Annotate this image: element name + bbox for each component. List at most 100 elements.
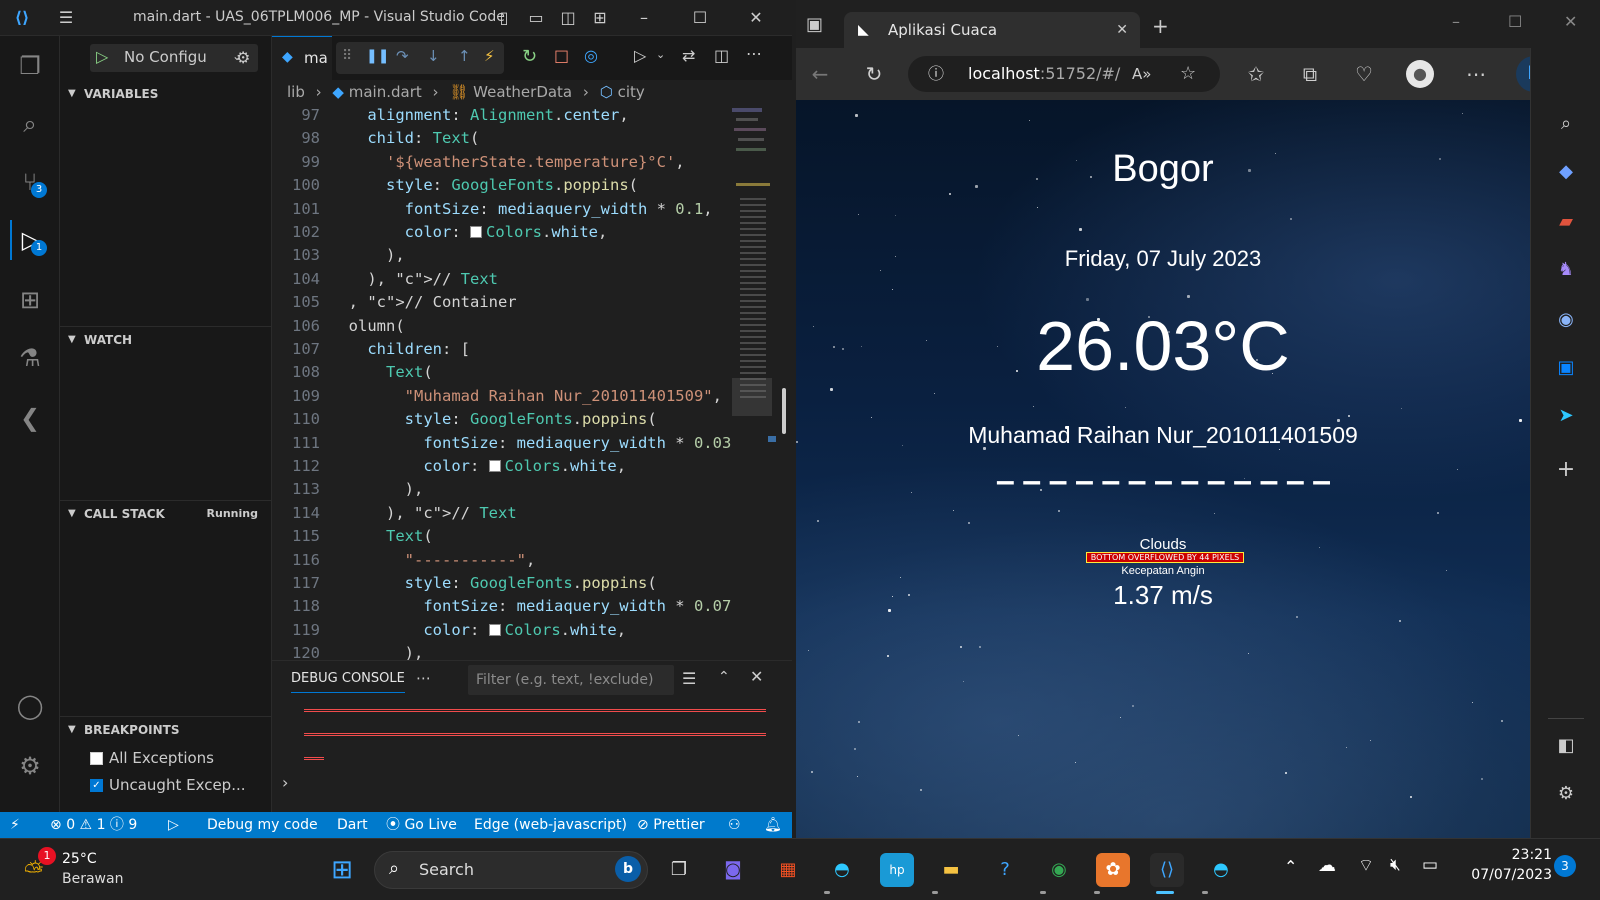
tools-briefcase-icon[interactable]: ▰ xyxy=(1554,210,1578,234)
notifications-bell-icon[interactable]: 🔔︎ xyxy=(764,812,782,838)
clock-time[interactable]: 23:21 xyxy=(1462,847,1552,863)
collections-icon[interactable]: ⧉ xyxy=(1298,62,1322,86)
info-icon[interactable]: ⓘ xyxy=(928,56,944,92)
code-line[interactable]: 116 "-----------", xyxy=(272,549,742,572)
code-line[interactable]: 117 style: GoogleFonts.poppins( xyxy=(272,572,742,595)
go-live-status[interactable]: ⦿ Go Live xyxy=(386,812,457,838)
refresh-icon[interactable]: ↻ xyxy=(862,62,886,86)
step-over-icon[interactable]: ↷ xyxy=(396,47,409,65)
task-view-icon[interactable]: ❐ xyxy=(662,853,696,887)
filter-input[interactable]: Filter (e.g. text, !exclude) xyxy=(468,665,674,695)
testing-icon[interactable]: ⚗ xyxy=(10,338,50,378)
favorite-star-icon[interactable]: ☆ xyxy=(1180,56,1196,92)
more-actions-icon[interactable]: ⋯ xyxy=(746,44,762,63)
flutter-icon[interactable]: ❮ xyxy=(10,398,50,438)
code-line[interactable]: 102 color: Colors.white, xyxy=(272,221,742,244)
breakpoints-section[interactable]: ▼ BREAKPOINTS xyxy=(60,718,272,742)
code-line[interactable]: 105 , "c">// Container xyxy=(272,291,742,314)
debug-settings-gear-icon[interactable]: ⚙ xyxy=(236,48,250,67)
variables-section[interactable]: ▼ VARIABLES xyxy=(60,82,272,106)
remote-icon[interactable]: ⚡ xyxy=(10,812,20,838)
new-tab-icon[interactable]: + xyxy=(1152,14,1169,38)
hot-reload-icon[interactable]: ⚡ xyxy=(484,47,495,65)
maximize-icon[interactable]: ☐ xyxy=(690,8,710,28)
code-line[interactable]: 106 olumn( xyxy=(272,315,742,338)
code-line[interactable]: 112 color: Colors.white, xyxy=(272,455,742,478)
hide-sidebar-icon[interactable]: ◧ xyxy=(1554,734,1578,758)
code-line[interactable]: 100 style: GoogleFonts.poppins( xyxy=(272,174,742,197)
shopping-tag-icon[interactable]: ◆ xyxy=(1554,160,1578,184)
toggle-secondary-sidebar-icon[interactable]: ◫ xyxy=(558,8,578,28)
code-line[interactable]: 99 '${weatherState.temperature}°C', xyxy=(272,151,742,174)
chevron-down-icon[interactable]: ⌄ xyxy=(656,48,665,61)
minimize-icon[interactable]: – xyxy=(1452,12,1460,31)
debug-mode-status[interactable]: Debug my code xyxy=(207,812,318,838)
code-line[interactable]: 118 fontSize: mediaquery_width * 0.07 xyxy=(272,595,742,618)
breadcrumb-item[interactable]: lib xyxy=(287,83,305,101)
microsoft-store-icon[interactable]: ▦ xyxy=(771,853,805,887)
favorites-icon[interactable]: ✩ xyxy=(1244,62,1268,86)
sidebar-settings-icon[interactable]: ⚙ xyxy=(1554,782,1578,806)
maximize-icon[interactable]: ☐ xyxy=(1508,12,1522,31)
checkbox[interactable] xyxy=(90,752,103,765)
file-explorer-icon[interactable]: ▬ xyxy=(934,853,968,887)
drop-send-icon[interactable]: ➤ xyxy=(1554,404,1578,428)
close-icon[interactable]: ✕ xyxy=(746,8,766,28)
problems-status[interactable]: ⊗ 0 ⚠ 1 ⓘ 9 xyxy=(50,812,137,838)
breadcrumb-item[interactable]: WeatherData xyxy=(473,83,572,101)
close-icon[interactable]: ✕ xyxy=(1564,12,1577,31)
breakpoint-all-exceptions[interactable]: All Exceptions xyxy=(90,746,214,770)
code-line[interactable]: 101 fontSize: mediaquery_width * 0.1, xyxy=(272,198,742,221)
stop-icon[interactable]: □ xyxy=(554,46,569,65)
windows-start-icon[interactable]: ⊞ xyxy=(325,853,359,887)
weather-widget[interactable]: ⛅︎ 1 25°C Berawan xyxy=(20,847,130,893)
address-bar[interactable]: ⓘ localhost:51752/#/ A» ☆ xyxy=(908,56,1220,92)
tab-aplikasi-cuaca[interactable]: ◣ Aplikasi Cuaca ✕ xyxy=(844,12,1140,48)
code-line[interactable]: 104 ), "c">// Text xyxy=(272,268,742,291)
minimap[interactable] xyxy=(732,108,788,668)
wifi-icon[interactable]: ⌔ xyxy=(1358,855,1374,876)
split-editor-icon[interactable]: ◫ xyxy=(714,46,729,65)
window-splitter-handle[interactable] xyxy=(782,388,786,434)
tab-debug-console[interactable]: DEBUG CONSOLE xyxy=(291,671,405,693)
tab-main-dart[interactable]: ◆ ma xyxy=(272,36,332,80)
microsoft-365-icon[interactable]: ◉ xyxy=(1554,308,1578,332)
taskbar-search[interactable]: ⌕ Search b xyxy=(374,851,648,889)
search-icon[interactable]: ⌕ xyxy=(10,104,50,144)
run-config-select[interactable]: ▷ No Configu ⌄ xyxy=(90,44,258,72)
language-status[interactable]: Dart xyxy=(337,812,368,838)
code-line[interactable]: 115 Text( xyxy=(272,525,742,548)
toggle-sidebar-icon[interactable]: ▯ xyxy=(494,8,514,28)
menu-icon[interactable]: ☰ xyxy=(56,8,76,28)
watch-section[interactable]: ▼ WATCH xyxy=(60,328,272,352)
clock-date[interactable]: 07/07/2023 xyxy=(1462,867,1552,883)
console-prompt-icon[interactable]: › xyxy=(282,773,288,792)
battery-icon[interactable]: ▭ xyxy=(1422,855,1438,875)
run-file-icon[interactable]: ▷ xyxy=(634,46,646,65)
customize-layout-icon[interactable]: ⊞ xyxy=(590,8,610,28)
get-help-icon[interactable]: ? xyxy=(988,853,1022,887)
back-icon[interactable]: ← xyxy=(808,62,832,86)
close-tab-icon[interactable]: ✕ xyxy=(1116,12,1128,48)
notification-center-badge[interactable]: 3 xyxy=(1554,855,1576,877)
breadcrumb-item[interactable]: city xyxy=(618,83,645,101)
code-line[interactable]: 119 color: Colors.white, xyxy=(272,619,742,642)
debug-target-status[interactable]: Edge (web-javascript) xyxy=(474,812,627,838)
drag-handle-icon[interactable]: ⠿ xyxy=(342,48,352,64)
explorer-icon[interactable]: ❐ xyxy=(10,46,50,86)
step-into-icon[interactable]: ↓ xyxy=(427,47,440,65)
teams-chat-icon[interactable]: ◙ xyxy=(716,853,750,887)
code-line[interactable]: 103 ), xyxy=(272,244,742,267)
breakpoint-uncaught-exceptions[interactable]: ✓ Uncaught Excep... xyxy=(90,773,246,797)
breadcrumb-item[interactable]: main.dart xyxy=(349,83,422,101)
search-icon[interactable]: ⌕ xyxy=(1554,112,1578,136)
minimize-icon[interactable]: – xyxy=(634,8,654,28)
code-line[interactable]: 97 alignment: Alignment.center, xyxy=(272,104,742,127)
compare-icon[interactable]: ⇄ xyxy=(682,46,695,65)
xampp-icon[interactable]: ✿ xyxy=(1096,853,1130,887)
extensions-icon[interactable]: ⊞ xyxy=(10,280,50,320)
volume-muted-icon[interactable]: 🔇︎ xyxy=(1390,855,1401,875)
edge-taskbar-icon[interactable]: ◓ xyxy=(1204,853,1238,887)
browser-essentials-icon[interactable]: ♡ xyxy=(1352,62,1376,86)
step-out-icon[interactable]: ↑ xyxy=(458,47,471,65)
